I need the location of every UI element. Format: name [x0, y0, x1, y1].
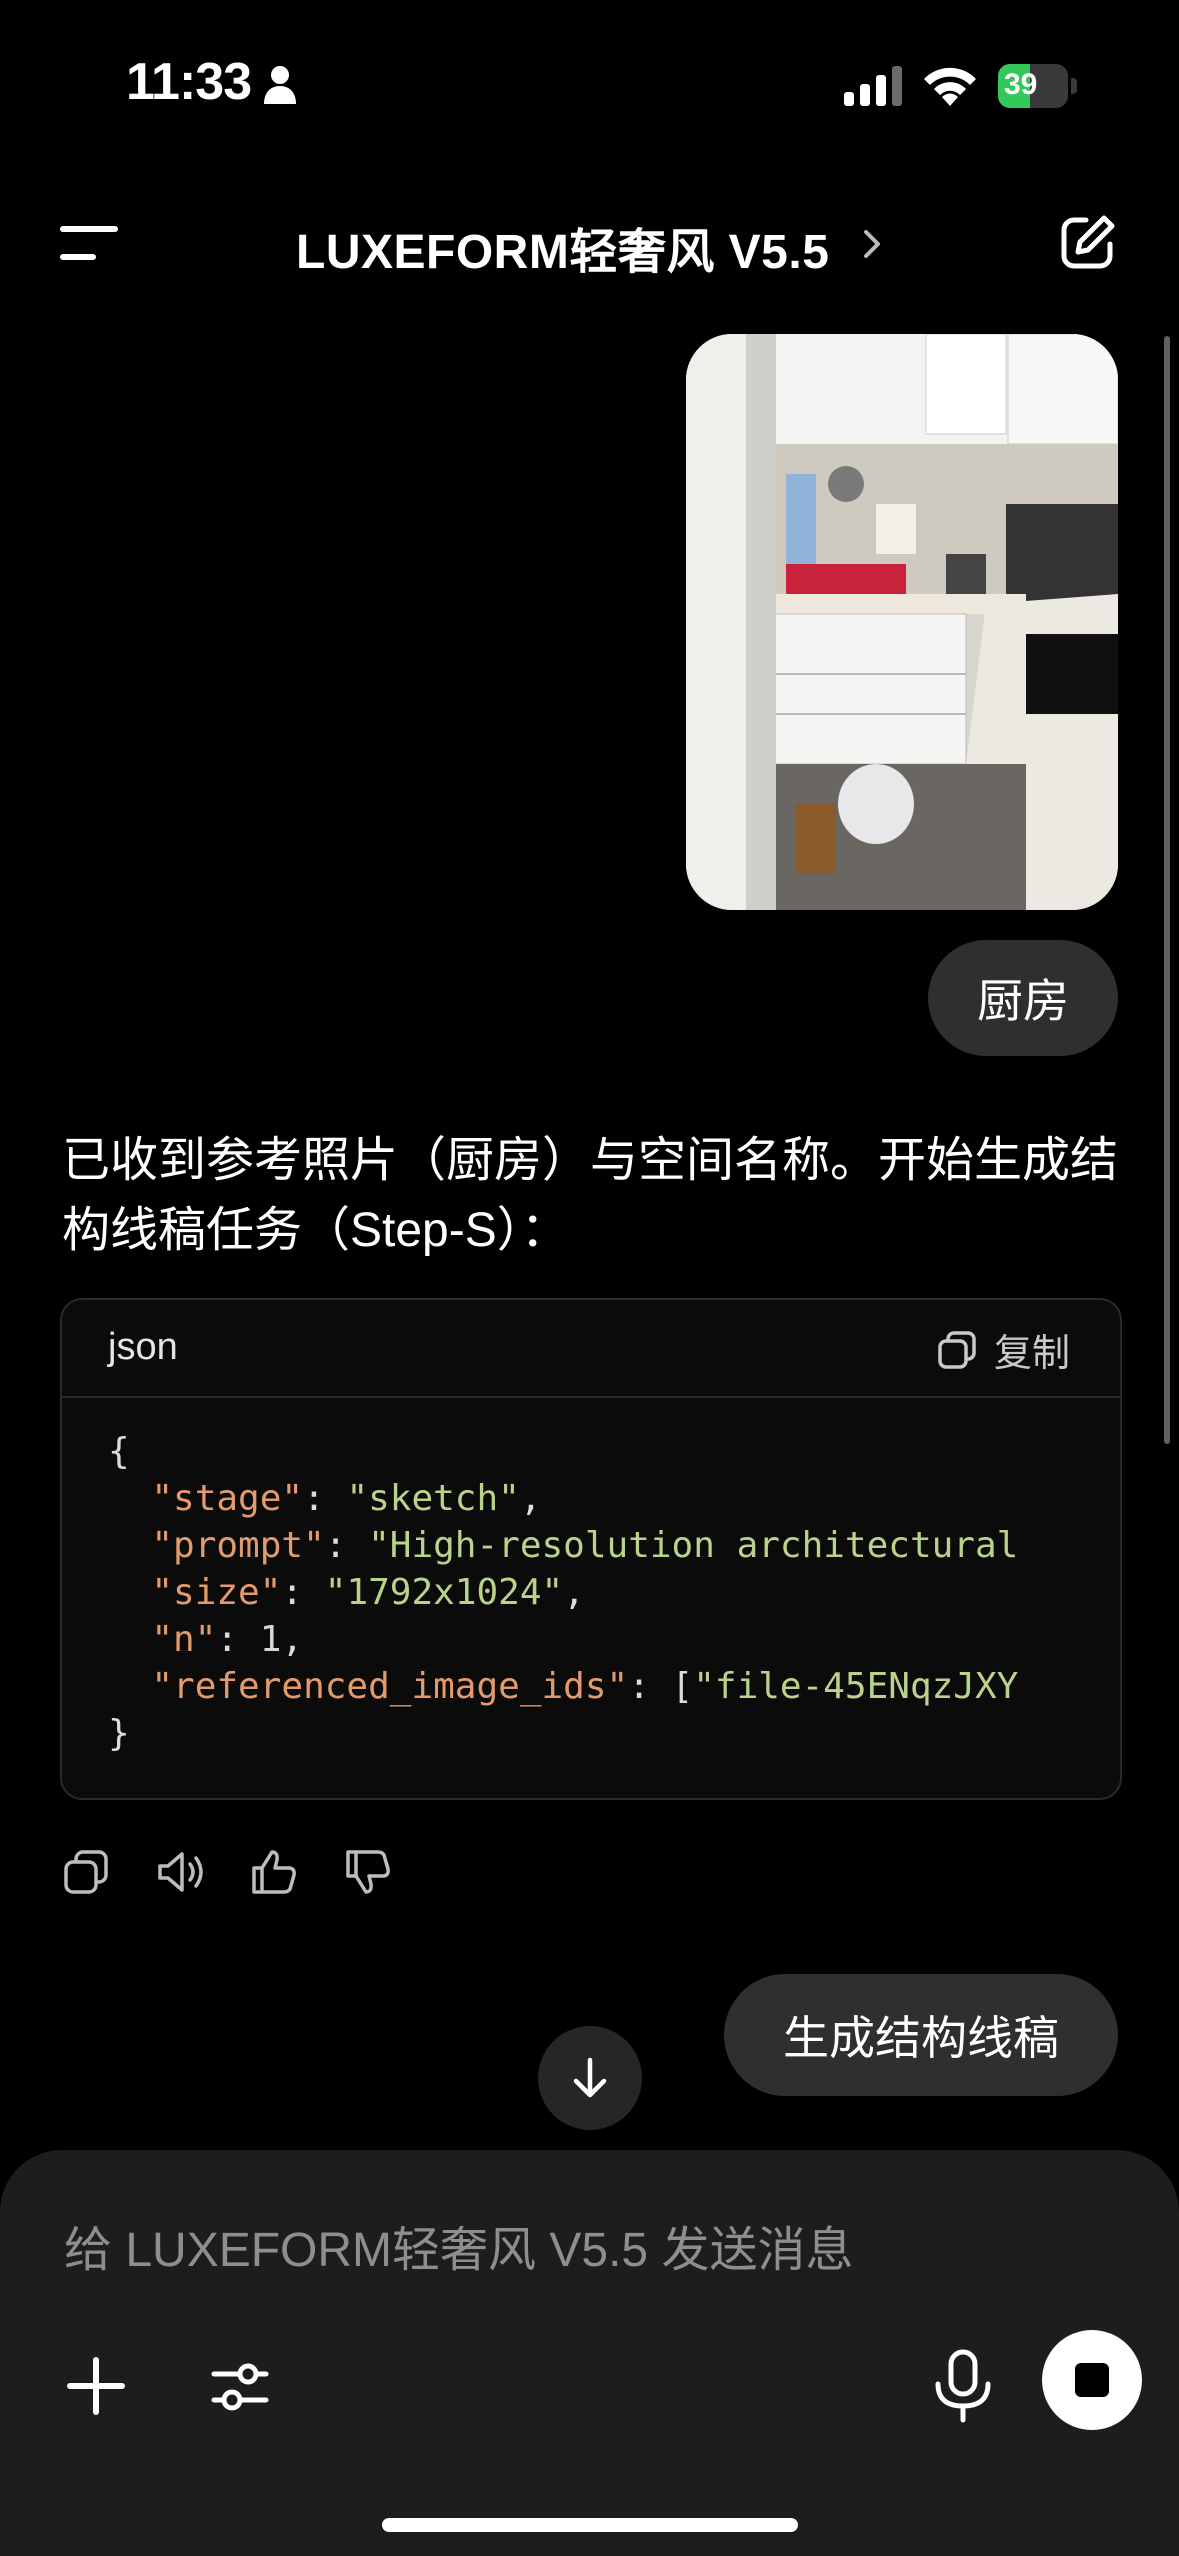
arrow-down-icon	[573, 2057, 607, 2098]
scrollbar[interactable]	[1164, 336, 1170, 1444]
cellular-signal-icon	[844, 66, 902, 106]
code-line: }	[108, 1713, 130, 1754]
code-line: "stage": "sketch",	[151, 1478, 542, 1519]
assistant-reply-text: 已收到参考照片（厨房）与空间名称。开始生成结构线稿任务（Step-S）：	[62, 1134, 1119, 1257]
tools-slider-icon[interactable]	[204, 2350, 276, 2422]
page-title[interactable]: LUXEFORM轻奢风 V5.5	[296, 212, 829, 282]
code-line: "referenced_image_ids": ["file-45ENqzJXY	[151, 1666, 1019, 1707]
code-block: json 复制 { "stage": "sketch", "prompt": "…	[60, 1298, 1122, 1800]
stop-icon	[1075, 2363, 1109, 2397]
wifi-icon	[924, 67, 976, 106]
copy-code-button[interactable]: 复制	[936, 1322, 1070, 1377]
home-indicator[interactable]	[382, 2518, 798, 2532]
menu-icon[interactable]	[60, 222, 120, 266]
copy-code-label: 复制	[993, 1333, 1070, 1375]
status-time: 11:33	[126, 53, 252, 111]
message-actions	[60, 1846, 394, 1898]
thumbs-up-icon[interactable]	[248, 1846, 300, 1898]
user-message-bubble: 生成结构线稿	[724, 1974, 1118, 2096]
thumbs-down-icon[interactable]	[342, 1846, 394, 1898]
stop-generating-button[interactable]	[1042, 2330, 1142, 2430]
code-line: "prompt": "High-resolution architectural	[151, 1525, 1019, 1566]
microphone-icon[interactable]	[928, 2348, 998, 2424]
copy-icon	[938, 1330, 976, 1369]
plus-icon[interactable]	[60, 2350, 132, 2422]
uploaded-kitchen-photo[interactable]	[686, 334, 1118, 910]
code-line: "size": "1792x1024",	[151, 1572, 585, 1613]
user-message-bubble: 厨房	[928, 940, 1118, 1056]
battery-percent: 39	[1004, 68, 1038, 101]
message-composer: 给 LUXEFORM轻奢风 V5.5 发送消息	[0, 2150, 1179, 2556]
read-aloud-icon[interactable]	[154, 1846, 206, 1898]
code-line: {	[108, 1431, 130, 1472]
new-chat-icon[interactable]	[1056, 210, 1120, 274]
code-line: "n": 1,	[151, 1619, 304, 1660]
scroll-to-bottom-button[interactable]	[538, 2026, 642, 2130]
person-icon	[264, 66, 296, 104]
battery-indicator: 39	[998, 64, 1080, 108]
code-language-label: json	[108, 1326, 178, 1368]
chevron-right-icon[interactable]	[860, 224, 884, 264]
copy-message-icon[interactable]	[60, 1846, 112, 1898]
message-input[interactable]: 给 LUXEFORM轻奢风 V5.5 发送消息	[64, 2210, 853, 2280]
code-content: { "stage": "sketch", "prompt": "High-res…	[108, 1428, 1118, 1757]
code-block-header: json 复制	[62, 1300, 1120, 1398]
